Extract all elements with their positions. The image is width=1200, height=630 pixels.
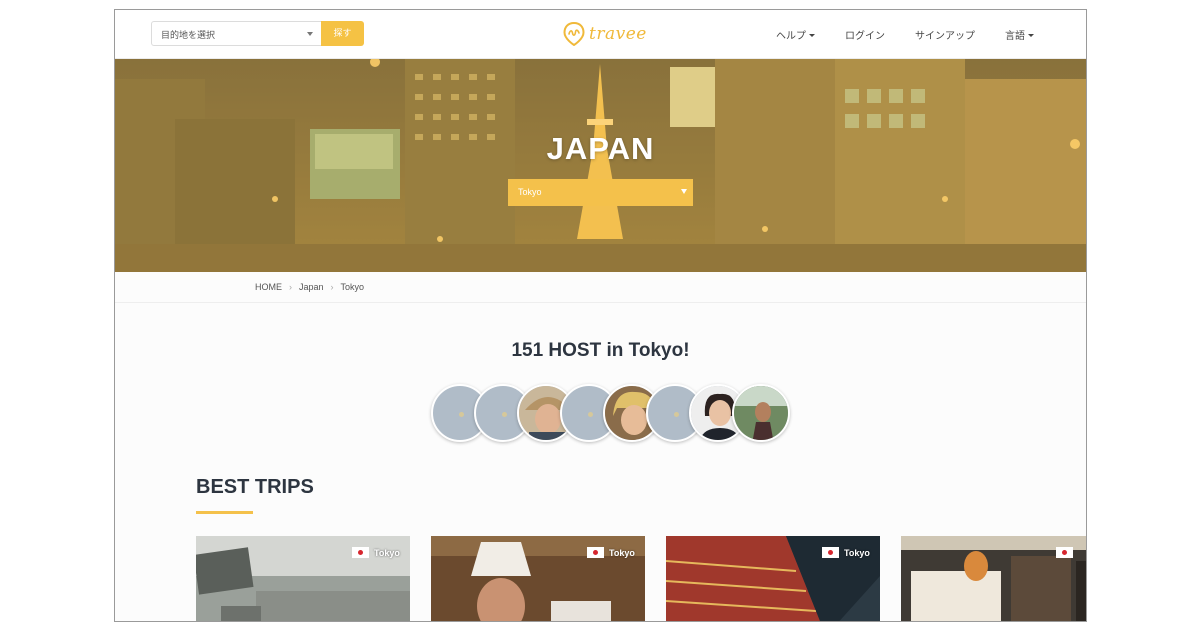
nav-login[interactable]: ログイン [845,27,885,42]
japan-flag-icon [587,547,604,558]
country-title: JAPAN [546,131,655,166]
travee-logo[interactable]: travee [563,20,647,48]
host-avatar-photo[interactable] [732,384,790,442]
city-select-value: Tokyo [518,187,542,197]
host-count-title: 151 HOST in Tokyo! [511,340,690,361]
trip-card-city: Tokyo [609,547,635,558]
trip-card-city: Tokyo [844,547,870,558]
section-divider [115,302,1086,303]
hero-banner: JAPAN Tokyo [115,59,1086,272]
japan-flag-icon [1056,547,1073,558]
breadcrumb-country[interactable]: Japan [299,282,324,292]
site-header: 目的地を選択 探す travee ヘルプ ログイン サインアップ 言語 [115,10,1086,59]
destination-select-label: 目的地を選択 [161,30,216,40]
chevron-right-icon: › [330,282,334,292]
trip-card-location [1056,547,1078,558]
trip-card-location: Tokyo [822,547,870,558]
breadcrumb-home[interactable]: HOME [255,282,282,292]
trip-card[interactable]: Tokyo [196,536,410,621]
chevron-down-icon [681,189,687,194]
nav-signup[interactable]: サインアップ [915,27,975,42]
breadcrumb-city: Tokyo [340,282,365,292]
chevron-down-icon [307,32,313,36]
nav-help[interactable]: ヘルプ [776,27,815,42]
trip-card[interactable]: Tokyo [431,536,645,621]
trip-card-location: Tokyo [587,547,635,558]
japan-flag-icon [822,547,839,558]
trip-card[interactable]: Tokyo [666,536,880,621]
trip-card-location: Tokyo [352,547,400,558]
browser-viewport: 目的地を選択 探す travee ヘルプ ログイン サインアップ 言語 JAPA… [114,9,1087,622]
header-nav: ヘルプ ログイン サインアップ 言語 [776,27,1034,42]
nav-language[interactable]: 言語 [1005,27,1034,42]
title-underline [196,511,253,514]
trip-card-city: Tokyo [374,547,400,558]
japan-flag-icon [352,547,369,558]
best-trips-title: BEST TRIPS [196,476,314,498]
destination-select[interactable]: 目的地を選択 [151,21,322,46]
chevron-right-icon: › [289,282,292,292]
logo-text: travee [589,24,647,44]
breadcrumb: HOME › Japan › Tokyo [255,282,364,292]
logo-pin-icon [563,22,585,46]
city-select[interactable]: Tokyo [508,179,693,206]
search-button[interactable]: 探す [321,21,364,46]
trip-card[interactable] [901,536,1086,621]
